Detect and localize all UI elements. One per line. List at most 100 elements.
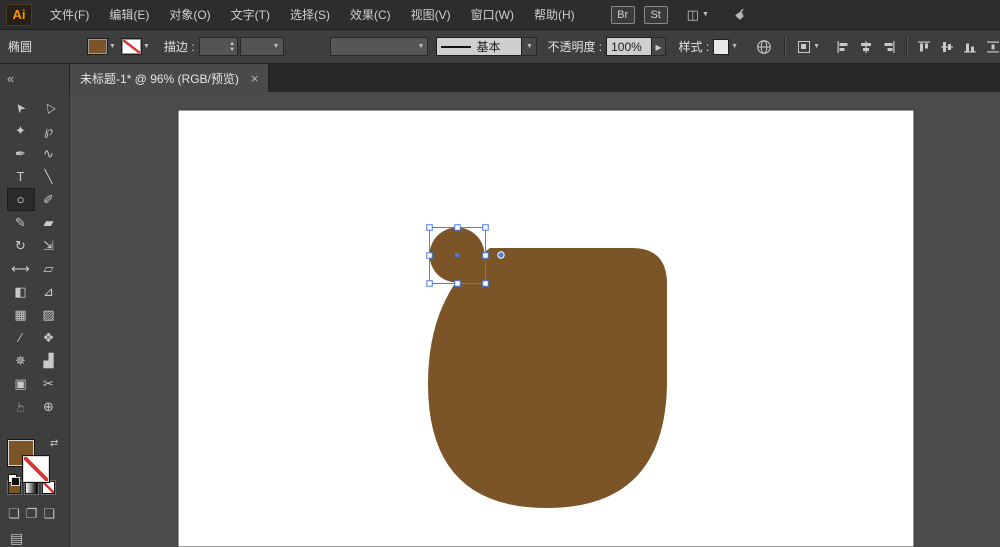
blend-icon: ❖ bbox=[42, 329, 55, 345]
tools-grid: ➤ ▷ ✦ ℘ ✒ ∿ T ╲ ○ ✐ ✎ ▰ ↻ ⇲ ⟷ ▱ ◧ ⊿ ▦ ▨ … bbox=[6, 96, 63, 418]
align-to-dropdown[interactable]: ▼ bbox=[795, 38, 822, 56]
slice-tool[interactable]: ✂ bbox=[35, 372, 63, 395]
close-tab-icon[interactable]: × bbox=[251, 71, 259, 86]
gradient-tool[interactable]: ▨ bbox=[35, 303, 63, 326]
swap-fill-stroke-icon[interactable]: ⇄ bbox=[50, 438, 58, 449]
selection-tool[interactable]: ➤ bbox=[7, 96, 35, 119]
menu-type[interactable]: 文字(T) bbox=[221, 0, 280, 30]
toolbar-stroke-swatch[interactable] bbox=[23, 456, 49, 482]
chevron-down-icon: ▼ bbox=[813, 43, 821, 50]
align-middle-icon[interactable] bbox=[940, 40, 954, 54]
menu-effect[interactable]: 效果(C) bbox=[340, 0, 401, 30]
selection-handle-s[interactable] bbox=[454, 280, 461, 287]
mesh-tool[interactable]: ▦ bbox=[7, 303, 35, 326]
selection-handle-ne[interactable] bbox=[482, 224, 489, 231]
free-transform-tool[interactable]: ▱ bbox=[35, 257, 63, 280]
stroke-style-dropdown[interactable]: 基本 ▼ bbox=[436, 37, 538, 56]
selection-handle-se[interactable] bbox=[482, 280, 489, 287]
live-shape-widget[interactable] bbox=[497, 251, 505, 259]
bridge-button[interactable]: Br bbox=[610, 5, 635, 24]
opacity-options-button[interactable]: ▸ bbox=[651, 37, 667, 56]
stepper-down-icon[interactable]: ▼ bbox=[229, 47, 235, 53]
symbol-sprayer-tool[interactable]: ✵ bbox=[7, 349, 35, 372]
menu-window[interactable]: 窗口(W) bbox=[461, 0, 524, 30]
distribute-icon[interactable] bbox=[986, 40, 1000, 54]
stroke-weight-dropdown[interactable]: ▼ bbox=[240, 37, 284, 56]
type-tool[interactable]: T bbox=[7, 165, 35, 188]
column-graph-tool[interactable]: ▟ bbox=[35, 349, 63, 372]
eraser-icon: ▰ bbox=[43, 214, 54, 230]
eyedropper-tool[interactable]: ∕ bbox=[7, 326, 35, 349]
rotate-tool[interactable]: ↻ bbox=[7, 234, 35, 257]
menu-select[interactable]: 选择(S) bbox=[280, 0, 340, 30]
menu-edit[interactable]: 编辑(E) bbox=[99, 0, 159, 30]
draw-inside-icon[interactable]: ❑ bbox=[43, 506, 55, 522]
menu-help[interactable]: 帮助(H) bbox=[524, 0, 585, 30]
stock-button[interactable]: St bbox=[643, 5, 668, 24]
scale-tool[interactable]: ⇲ bbox=[35, 234, 63, 257]
document-tab[interactable]: 未标题-1* @ 96% (RGB/预览) × bbox=[70, 64, 270, 92]
shape-builder-tool[interactable]: ◧ bbox=[7, 280, 35, 303]
stroke-weight-stepper[interactable]: ▲ ▼ bbox=[198, 37, 239, 56]
menu-object[interactable]: 对象(O) bbox=[159, 0, 220, 30]
gradient-button[interactable] bbox=[25, 481, 38, 494]
artboard-tool[interactable]: ▣ bbox=[7, 372, 35, 395]
selection-handle-sw[interactable] bbox=[426, 280, 433, 287]
canvas-area[interactable] bbox=[70, 92, 1000, 547]
perspective-grid-icon: ⊿ bbox=[43, 283, 54, 299]
fill-color-swatch[interactable] bbox=[88, 39, 108, 54]
menu-view[interactable]: 视图(V) bbox=[401, 0, 461, 30]
paintbrush-tool[interactable]: ✐ bbox=[35, 188, 63, 211]
screen-mode-button[interactable]: ▤ bbox=[10, 530, 23, 547]
stroke-none-swatch[interactable] bbox=[121, 39, 141, 54]
line-segment-tool[interactable]: ╲ bbox=[35, 165, 63, 188]
width-tool-icon: ⟷ bbox=[11, 260, 30, 276]
stroke-style-dropdown-button[interactable]: ▼ bbox=[522, 37, 538, 56]
pen-tool[interactable]: ✒ bbox=[7, 142, 35, 165]
width-profile-dropdown[interactable]: ▼ bbox=[329, 37, 429, 56]
draw-behind-icon[interactable]: ❐ bbox=[26, 506, 38, 522]
eraser-tool[interactable]: ▰ bbox=[35, 211, 63, 234]
lasso-tool[interactable]: ℘ bbox=[35, 119, 63, 142]
default-fill-stroke-icon[interactable] bbox=[8, 474, 20, 486]
menu-file[interactable]: 文件(F) bbox=[40, 0, 99, 30]
selection-center-point[interactable] bbox=[455, 253, 459, 257]
magic-wand-tool[interactable]: ✦ bbox=[7, 119, 35, 142]
horizontal-align-group bbox=[836, 40, 896, 54]
artwork-shape[interactable] bbox=[428, 248, 667, 508]
selection-handle-e[interactable] bbox=[482, 252, 489, 259]
opacity-field[interactable]: 100% bbox=[606, 37, 652, 56]
direct-selection-tool[interactable]: ▷ bbox=[35, 96, 63, 119]
draw-normal-icon[interactable]: ❏ bbox=[8, 506, 20, 522]
pencil-tool[interactable]: ✎ bbox=[7, 211, 35, 234]
workspace-switcher[interactable]: ◫ ▼ bbox=[687, 7, 709, 23]
align-bottom-icon[interactable] bbox=[963, 40, 977, 54]
none-button[interactable] bbox=[42, 481, 55, 494]
ellipse-icon: ○ bbox=[16, 192, 25, 207]
line-segment-icon: ╲ bbox=[44, 168, 53, 184]
align-left-icon[interactable] bbox=[836, 40, 850, 54]
hand-gesture-icon[interactable]: ☛ bbox=[731, 4, 752, 25]
fill-color-widget[interactable]: ▼ bbox=[88, 39, 116, 54]
drawing-mode-buttons: ❏ ❐ ❑ bbox=[8, 506, 55, 522]
zoom-tool[interactable]: ⊕ bbox=[35, 395, 63, 418]
document-setup-globe-icon[interactable] bbox=[754, 37, 774, 57]
fill-stroke-control: ⇄ bbox=[8, 438, 62, 486]
align-center-icon[interactable] bbox=[859, 40, 873, 54]
perspective-grid-tool[interactable]: ⊿ bbox=[35, 280, 63, 303]
style-chip[interactable] bbox=[713, 38, 730, 55]
stroke-color-widget[interactable]: ▼ bbox=[121, 39, 150, 54]
curvature-tool[interactable]: ∿ bbox=[35, 142, 63, 165]
hand-tool[interactable]: ☞ bbox=[7, 395, 35, 418]
width-tool[interactable]: ⟷ bbox=[7, 257, 35, 280]
separator bbox=[906, 35, 907, 58]
align-right-icon[interactable] bbox=[882, 40, 896, 54]
style-widget[interactable]: ▼ bbox=[713, 38, 738, 55]
align-top-icon[interactable] bbox=[917, 40, 931, 54]
selection-handle-w[interactable] bbox=[426, 252, 433, 259]
selection-handle-nw[interactable] bbox=[426, 224, 433, 231]
ellipse-tool[interactable]: ○ bbox=[6, 188, 35, 211]
selection-handle-n[interactable] bbox=[454, 224, 461, 231]
toolbar-collapse-button[interactable]: « bbox=[0, 64, 70, 92]
blend-tool[interactable]: ❖ bbox=[35, 326, 63, 349]
